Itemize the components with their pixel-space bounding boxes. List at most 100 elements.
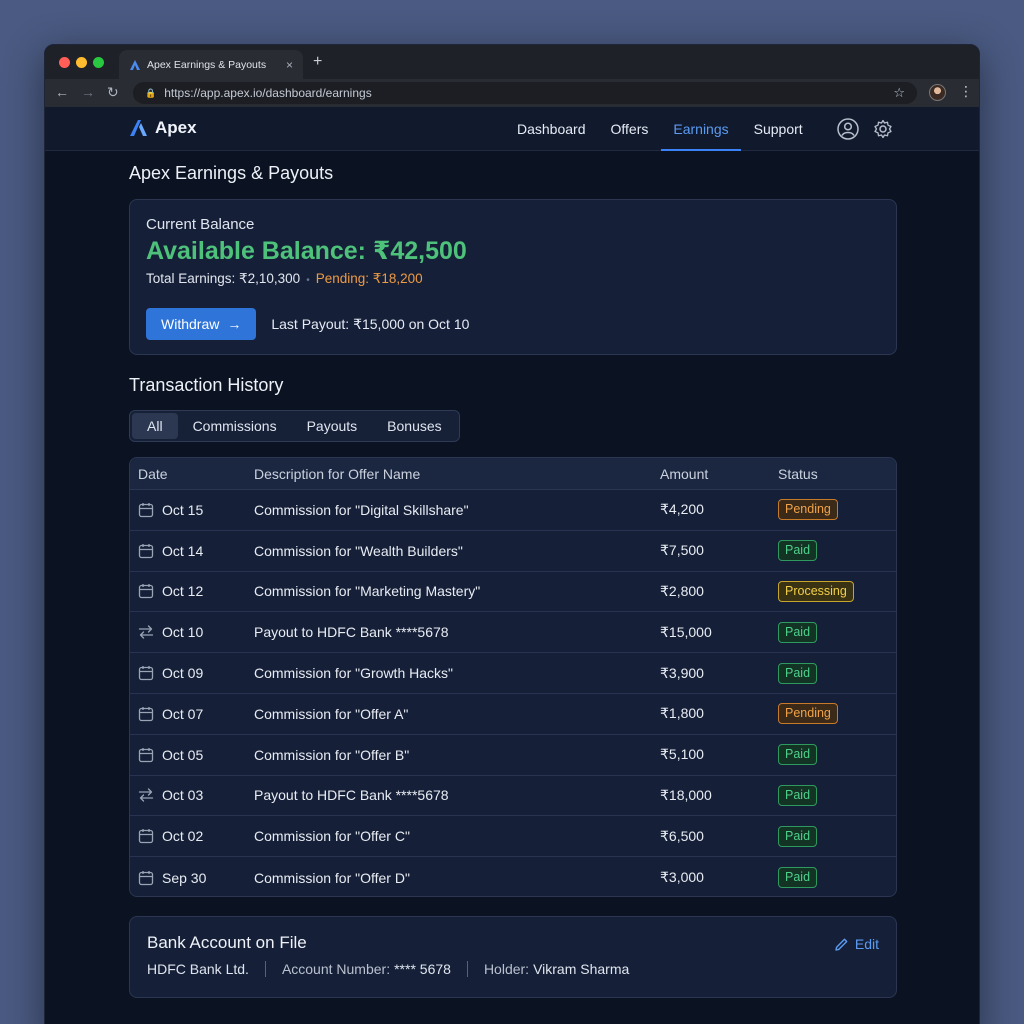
account-number-label: Account Number:	[281, 961, 391, 977]
holder-name: Vikram Sharma	[533, 961, 630, 977]
profile-avatar[interactable]	[929, 84, 946, 101]
minimize-window-icon[interactable]	[76, 57, 87, 68]
row-date: Oct 14	[162, 542, 204, 559]
app-header: Apex Dashboard Offers Earnings Support	[45, 107, 979, 151]
row-status-cell: Paid	[770, 784, 896, 806]
brand-name: Apex	[155, 118, 197, 137]
row-description: Commission for "Growth Hacks"	[254, 665, 453, 682]
url-field[interactable]: 🔒 https://app.apex.io/dashboard/earnings…	[133, 82, 917, 104]
brand-logo[interactable]: Apex	[129, 118, 197, 138]
filter-commissions[interactable]: Commissions	[178, 413, 292, 439]
row-status-cell: Paid	[770, 662, 896, 684]
row-amount: ₹18,000	[660, 786, 712, 803]
bank-account-details: HDFC Bank Ltd. Account Number: **** 5678…	[147, 961, 879, 977]
transfer-icon	[138, 787, 154, 803]
main-nav: Dashboard Offers Earnings Support	[505, 107, 816, 151]
row-status-cell: Paid	[770, 825, 896, 847]
back-arrow-icon[interactable]: ←	[55, 84, 69, 100]
row-description: Commission for "Offer C"	[254, 828, 410, 845]
divider	[264, 961, 266, 977]
status-badge: Paid	[778, 784, 818, 806]
row-amount: ₹5,100	[660, 746, 704, 763]
new-tab-button[interactable]: +	[313, 53, 322, 71]
withdraw-button[interactable]: Withdraw →	[146, 308, 257, 340]
table-row[interactable]: Oct 05 Commission for "Offer B" ₹5,100 Paid	[130, 735, 896, 776]
calendar-icon	[138, 665, 154, 681]
transactions-table: Date Description for Offer Name Amount S…	[129, 457, 897, 897]
nav-support[interactable]: Support	[742, 107, 815, 151]
edit-bank-button[interactable]: Edit	[834, 936, 879, 952]
row-status-cell: Paid	[770, 867, 896, 889]
table-row[interactable]: Oct 15 Commission for "Digital Skillshare…	[130, 490, 896, 531]
row-date: Oct 05	[162, 746, 204, 763]
bank-account-card: Bank Account on File HDFC Bank Ltd. Acco…	[129, 916, 897, 998]
nav-earnings[interactable]: Earnings	[661, 107, 741, 151]
row-date-cell: Oct 05	[130, 747, 246, 763]
balance-summary: Total Earnings: ₹2,10,300 • Pending: ₹18,2…	[146, 271, 880, 287]
reload-icon[interactable]: ↻	[107, 84, 119, 101]
user-profile-icon[interactable]	[837, 118, 859, 145]
row-amount: ₹3,900	[660, 664, 704, 681]
table-row[interactable]: Oct 12 Commission for "Marketing Mastery"…	[130, 572, 896, 613]
table-row[interactable]: Oct 09 Commission for "Growth Hacks" ₹3,90…	[130, 653, 896, 694]
tab-close-icon[interactable]: ×	[286, 58, 293, 72]
apex-favicon-icon	[130, 59, 140, 70]
row-status-cell: Paid	[770, 621, 896, 643]
forward-arrow-icon[interactable]: →	[81, 84, 95, 100]
table-row[interactable]: Oct 02 Commission for "Offer C" ₹6,500 Paid	[130, 816, 896, 858]
table-row[interactable]: Oct 07 Commission for "Offer A" ₹1,800 Pend…	[130, 694, 896, 735]
row-status-cell: Pending	[770, 703, 896, 725]
nav-dashboard[interactable]: Dashboard	[505, 107, 598, 151]
status-badge: Paid	[778, 662, 818, 684]
column-status[interactable]: Status	[770, 466, 896, 482]
row-description: Payout to HDFC Bank ****5678	[254, 624, 449, 641]
row-date: Oct 10	[162, 624, 204, 641]
row-description: Commission for "Offer B"	[254, 746, 410, 763]
column-description[interactable]: Description for Offer Name	[246, 466, 652, 482]
divider	[466, 961, 468, 977]
status-badge: Paid	[778, 867, 818, 889]
row-date: Oct 12	[162, 583, 204, 600]
column-date[interactable]: Date	[130, 466, 246, 482]
row-date-cell: Oct 15	[130, 502, 246, 518]
total-earnings: Total Earnings: ₹2,10,300	[146, 271, 301, 286]
table-header: Date Description for Offer Name Amount S…	[130, 458, 896, 490]
bookmark-star-icon[interactable]: ☆	[893, 85, 905, 101]
table-row[interactable]: Oct 10 Payout to HDFC Bank ****5678 ₹15,00…	[130, 612, 896, 654]
row-description: Commission for "Offer A"	[254, 705, 409, 722]
row-date: Oct 03	[162, 787, 204, 804]
close-window-icon[interactable]	[59, 57, 70, 68]
account-number: **** 5678	[394, 961, 451, 977]
dot-separator: •	[306, 275, 310, 286]
gear-icon[interactable]	[873, 119, 893, 144]
status-badge: Paid	[778, 540, 818, 562]
nav-offers[interactable]: Offers	[599, 107, 661, 151]
pencil-icon	[835, 938, 848, 951]
table-row[interactable]: Oct 14 Commission for "Wealth Builders" ₹7…	[130, 531, 896, 572]
withdraw-label: Withdraw	[161, 316, 220, 332]
row-amount: ₹3,000	[660, 869, 704, 886]
browser-tab-bar: Apex Earnings & Payouts × +	[45, 45, 979, 79]
last-payout: Last Payout: ₹15,000 on Oct 10	[271, 315, 470, 332]
status-badge: Pending	[778, 703, 838, 725]
status-badge: Processing	[778, 580, 854, 602]
row-date-cell: Oct 09	[130, 665, 246, 681]
status-badge: Paid	[778, 744, 818, 766]
filter-bonuses[interactable]: Bonuses	[372, 413, 456, 439]
table-row[interactable]: Sep 30 Commission for "Offer D" ₹3,000 Paid	[130, 857, 896, 896]
filter-payouts[interactable]: Payouts	[292, 413, 373, 439]
browser-tab[interactable]: Apex Earnings & Payouts ×	[119, 50, 303, 79]
table-row[interactable]: Oct 03 Payout to HDFC Bank ****5678 ₹18,00…	[130, 776, 896, 817]
row-description: Commission for "Offer D"	[254, 869, 410, 886]
filter-all[interactable]: All	[132, 413, 178, 439]
row-description: Commission for "Digital Skillshare"	[254, 501, 469, 518]
maximize-window-icon[interactable]	[93, 57, 104, 68]
calendar-icon	[138, 828, 154, 844]
column-amount[interactable]: Amount	[652, 466, 770, 482]
status-badge: Paid	[778, 621, 818, 643]
browser-menu-icon[interactable]: ⋮	[959, 83, 973, 100]
browser-address-bar: ← → ↻ 🔒 https://app.apex.io/dashboard/ea…	[45, 79, 979, 107]
row-amount: ₹6,500	[660, 827, 704, 844]
bank-name: HDFC Bank Ltd.	[147, 961, 249, 977]
row-date: Sep 30	[162, 869, 207, 886]
